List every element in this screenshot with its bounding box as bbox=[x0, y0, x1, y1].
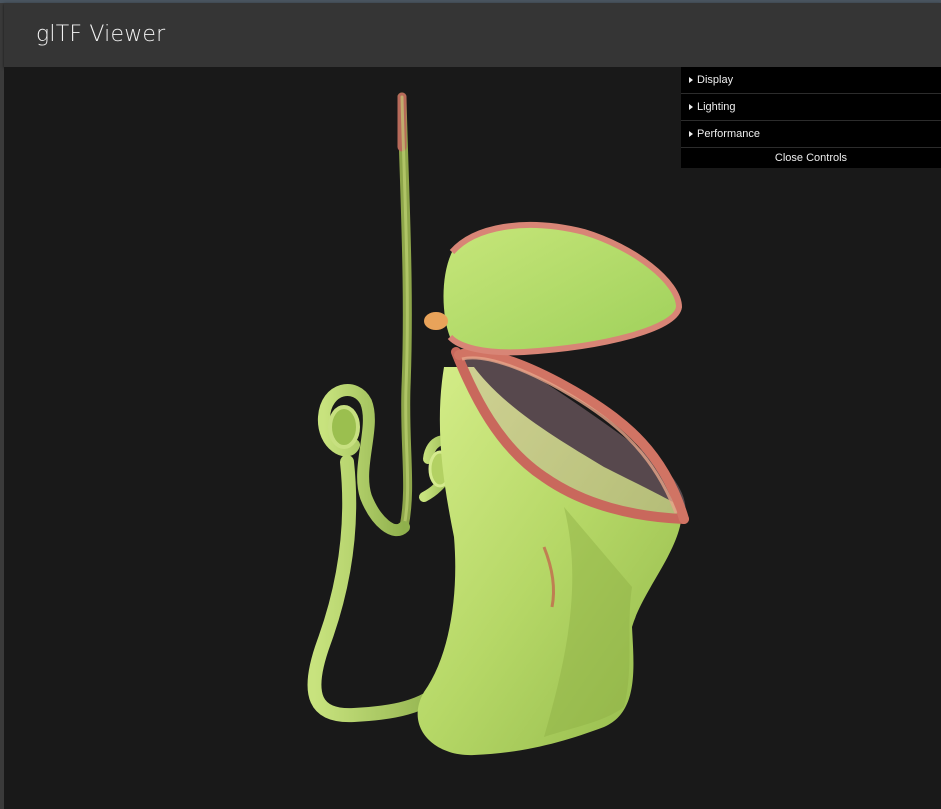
folder-label: Display bbox=[697, 74, 734, 86]
triangle-right-icon bbox=[689, 104, 693, 110]
triangle-right-icon bbox=[689, 77, 693, 83]
folder-display[interactable]: Display bbox=[681, 67, 941, 94]
app-header: glTF Viewer bbox=[4, 3, 941, 67]
controls-panel: Display Lighting Performance Close Contr… bbox=[681, 67, 941, 168]
triangle-right-icon bbox=[689, 131, 693, 137]
folder-label: Lighting bbox=[697, 101, 736, 113]
folder-label: Performance bbox=[697, 128, 760, 140]
pitcher-plant-model[interactable] bbox=[4, 67, 941, 809]
3d-viewport[interactable]: Display Lighting Performance Close Contr… bbox=[4, 67, 941, 809]
close-controls-button[interactable]: Close Controls bbox=[681, 148, 941, 168]
app-title: glTF Viewer bbox=[36, 22, 166, 47]
folder-performance[interactable]: Performance bbox=[681, 121, 941, 148]
folder-lighting[interactable]: Lighting bbox=[681, 94, 941, 121]
